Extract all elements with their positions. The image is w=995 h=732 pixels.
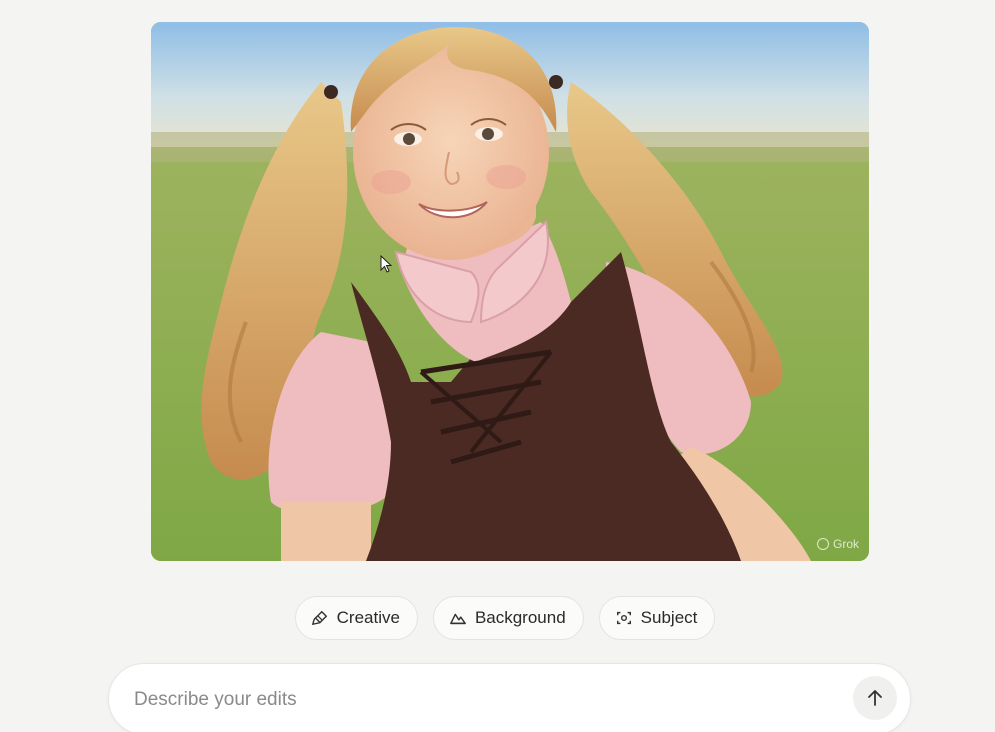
grok-logo-icon	[816, 538, 829, 550]
generated-image[interactable]: Grok	[151, 22, 869, 561]
background-chip-label: Background	[474, 608, 566, 627]
edit-mode-chips: Creative Background Subject	[0, 596, 995, 640]
mouse-cursor-icon	[380, 255, 392, 273]
focus-icon	[616, 611, 631, 625]
send-button[interactable]	[853, 676, 897, 720]
brush-icon	[311, 610, 327, 626]
background-chip[interactable]: Background	[432, 596, 584, 640]
mountain-icon	[450, 613, 466, 625]
grok-watermark: Grok	[816, 537, 859, 551]
arrow-up-icon	[868, 690, 882, 706]
watermark-label: Grok	[832, 537, 859, 551]
edit-prompt-input[interactable]	[132, 682, 836, 718]
subject-chip-label: Subject	[640, 608, 698, 627]
prompt-bar	[108, 663, 911, 732]
edit-screen: Grok Creative Background Subject	[0, 0, 995, 732]
subject-chip[interactable]: Subject	[598, 596, 716, 640]
creative-chip[interactable]: Creative	[294, 596, 418, 640]
portrait-image	[151, 22, 869, 561]
creative-chip-label: Creative	[336, 608, 400, 627]
